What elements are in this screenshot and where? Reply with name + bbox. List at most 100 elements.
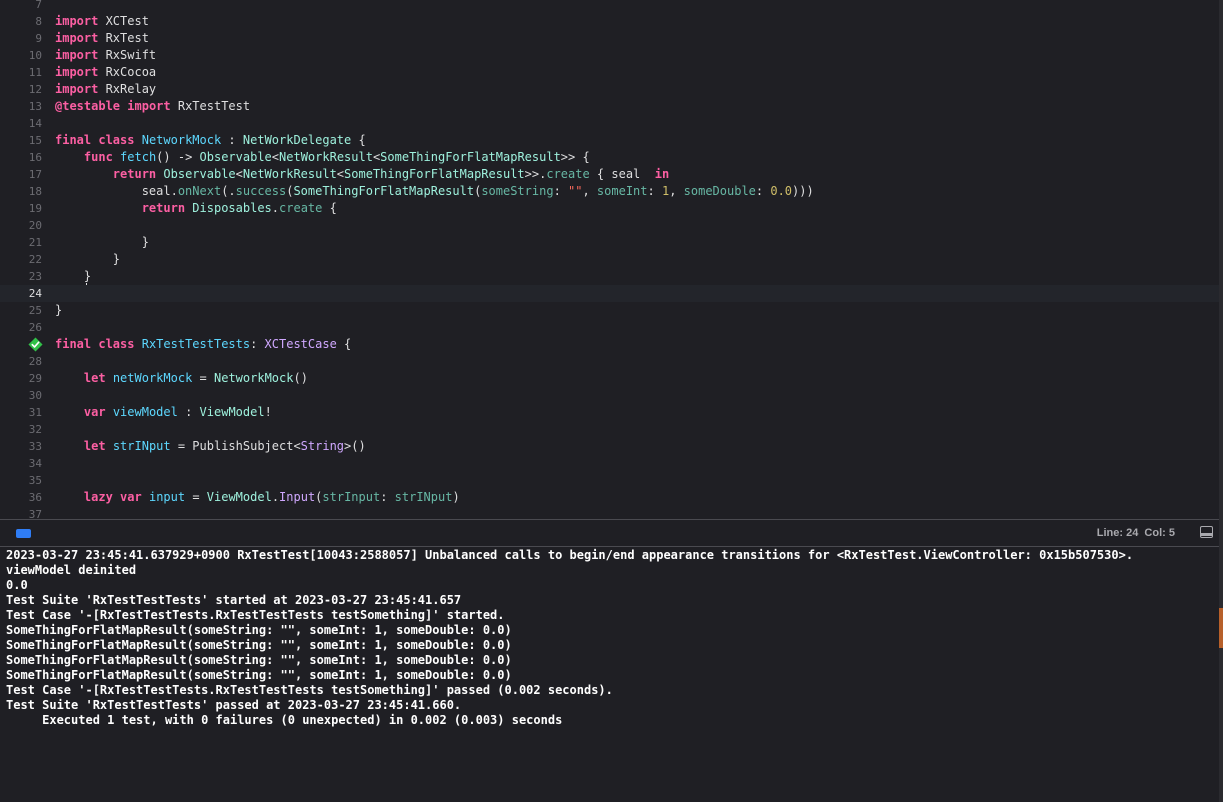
code-token: { seal (589, 167, 655, 181)
code-token: success (235, 184, 287, 198)
code-text: import RxSwift (55, 47, 156, 64)
code-token: < (271, 150, 280, 164)
code-token: } (55, 303, 63, 317)
vertical-scrollbar[interactable] (1219, 0, 1223, 802)
code-token: = (192, 371, 214, 385)
code-line[interactable]: 8 import XCTest (0, 13, 1219, 30)
line-number: 11 (28, 66, 42, 79)
xcode-window: 7 8 import XCTest 9 import RxTest 10 import Rx… (0, 0, 1223, 802)
code-token: NetworkMock (214, 371, 294, 385)
code-line[interactable]: 33 let strINput = PublishSubject<String>… (0, 438, 1219, 455)
code-line[interactable]: final class RxTestTestTests: XCTestCase … (0, 336, 1219, 353)
code-token: ViewModel (199, 405, 265, 419)
code-line[interactable]: 26 (0, 319, 1219, 336)
code-line[interactable]: 14 (0, 115, 1219, 132)
code-line[interactable]: 34 (0, 455, 1219, 472)
code-token: ))) (792, 184, 814, 198)
code-token: ! (264, 405, 272, 419)
code-token: : (553, 184, 569, 198)
code-line[interactable]: 23 } (0, 268, 1219, 285)
code-token: import (55, 82, 99, 96)
code-line[interactable]: 21 } (0, 234, 1219, 251)
code-line[interactable]: 16 func fetch() -> Observable<NetWorkRes… (0, 149, 1219, 166)
code-line[interactable]: 12 import RxRelay (0, 81, 1219, 98)
code-token: class (98, 337, 135, 351)
test-passed-icon[interactable] (28, 337, 43, 352)
line-number: 23 (28, 270, 42, 283)
code-token: NetworkMock (141, 133, 222, 147)
code-line[interactable]: 10 import RxSwift (0, 47, 1219, 64)
code-token: let (83, 371, 106, 385)
line-number: 35 (28, 474, 42, 487)
code-line[interactable]: 32 (0, 421, 1219, 438)
hide-debug-area-icon[interactable] (1200, 526, 1213, 538)
code-line[interactable]: 9 import RxTest (0, 30, 1219, 47)
code-token: XCTestCase (264, 337, 337, 351)
source-editor[interactable]: 7 8 import XCTest 9 import RxTest 10 import Rx… (0, 0, 1219, 519)
console-line: viewModel deinited (6, 563, 137, 577)
code-line[interactable]: 13 @testable import RxTestTest (0, 98, 1219, 115)
line-number: 32 (28, 423, 42, 436)
code-token: RxRelay (98, 82, 157, 96)
console-output[interactable]: 2023-03-27 23:45:41.637929+0900 RxTestTe… (0, 547, 1219, 802)
code-text: @testable import RxTestTest (55, 98, 250, 115)
line-number: 13 (28, 100, 42, 113)
code-token: } (55, 235, 149, 249)
code-token: viewModel (112, 405, 178, 419)
code-text: seal.onNext(.success(SomeThingForFlatMap… (55, 183, 814, 200)
code-token: var (83, 405, 106, 419)
code-text: final class NetworkMock : NetWorkDelegat… (55, 132, 366, 149)
code-token: : (755, 184, 771, 198)
code-line[interactable]: 28 (0, 353, 1219, 370)
code-token: func (83, 150, 113, 164)
code-token: RxCocoa (98, 65, 157, 79)
code-line[interactable]: 7 (0, 0, 1219, 13)
code-line[interactable]: 30 (0, 387, 1219, 404)
code-token: { (336, 337, 352, 351)
code-line[interactable]: 31 var viewModel : ViewModel! (0, 404, 1219, 421)
code-line[interactable]: 20 (0, 217, 1219, 234)
code-token: return (112, 167, 157, 181)
line-number: 33 (28, 440, 42, 453)
code-line[interactable]: 36 lazy var input = ViewModel.Input(strI… (0, 489, 1219, 506)
code-line[interactable]: 24 (0, 285, 1219, 302)
code-token: someDouble (683, 184, 756, 198)
line-number: 15 (28, 134, 42, 147)
code-line[interactable]: 35 (0, 472, 1219, 489)
code-line[interactable]: 11 import RxCocoa (0, 64, 1219, 81)
code-line[interactable]: 19 return Disposables.create { (0, 200, 1219, 217)
code-text: import RxTest (55, 30, 149, 47)
debug-area-toggle-icon[interactable] (16, 529, 31, 538)
code-token: () (293, 371, 308, 385)
code-token: String (300, 439, 345, 453)
code-token: SomeThingForFlatMapResult (293, 184, 475, 198)
code-line[interactable]: 37 (0, 506, 1219, 519)
code-token: { (322, 201, 337, 215)
debug-bar: Line: 24 Col: 5 (0, 519, 1219, 547)
code-token: "" (568, 184, 583, 198)
code-token: final (55, 133, 92, 147)
code-token: < (336, 167, 345, 181)
code-line[interactable]: 25} (0, 302, 1219, 319)
code-line[interactable]: 18 seal.onNext(.success(SomeThingForFlat… (0, 183, 1219, 200)
code-text: import XCTest (55, 13, 149, 30)
code-text: } (55, 268, 91, 285)
scrollbar-marker (1219, 608, 1223, 648)
code-token: netWorkMock (112, 371, 193, 385)
code-line[interactable]: 17 return Observable<NetWorkResult<SomeT… (0, 166, 1219, 183)
code-token: : (221, 133, 243, 147)
line-number: 19 (28, 202, 42, 215)
code-token: = (185, 490, 207, 504)
code-text: } (55, 251, 120, 268)
code-token: import (55, 65, 99, 79)
code-line[interactable]: 22 } (0, 251, 1219, 268)
line-number: 36 (28, 491, 42, 504)
code-line[interactable]: 29 let netWorkMock = NetworkMock() (0, 370, 1219, 387)
code-token: : (177, 405, 200, 419)
code-line[interactable]: 15 final class NetworkMock : NetWorkDeleg… (0, 132, 1219, 149)
line-number: 26 (28, 321, 42, 334)
